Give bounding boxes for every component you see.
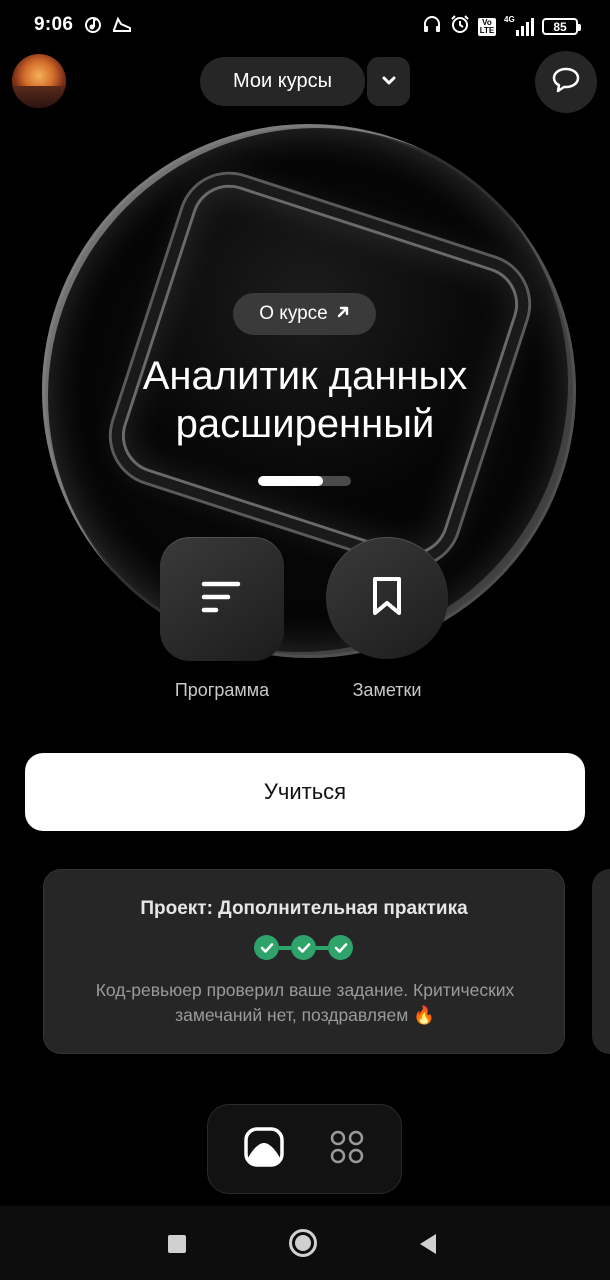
chevron-down-icon bbox=[382, 73, 396, 91]
grid-icon bbox=[330, 1130, 364, 1169]
project-description-line-1: Код-ревьюер проверил ваше задание. Крити… bbox=[95, 980, 515, 1000]
recents-button[interactable] bbox=[168, 1235, 186, 1253]
signal-icon: 4G bbox=[504, 15, 534, 37]
notes-button[interactable] bbox=[326, 537, 448, 659]
music-note-icon bbox=[84, 16, 102, 39]
home-button[interactable] bbox=[289, 1229, 317, 1257]
volte-icon: Vo LTE bbox=[478, 17, 496, 36]
my-courses-button[interactable]: Мои курсы bbox=[200, 57, 365, 106]
my-courses-label: Мои курсы bbox=[233, 70, 332, 92]
headphones-icon bbox=[422, 14, 442, 39]
course-title-line-2: расширенный bbox=[175, 402, 435, 446]
chat-bubble-icon bbox=[551, 66, 581, 99]
battery-icon: 85 bbox=[542, 18, 581, 35]
check-icon bbox=[254, 935, 279, 960]
battery-level: 85 bbox=[553, 19, 567, 34]
program-label: Программа bbox=[174, 680, 270, 700]
check-connector bbox=[316, 945, 328, 950]
status-time: 9:06 bbox=[34, 14, 74, 35]
check-icon bbox=[328, 935, 353, 960]
avatar[interactable] bbox=[12, 54, 66, 108]
chat-button[interactable] bbox=[535, 51, 597, 113]
project-description: Код-ревьюер проверил ваше задание. Крити… bbox=[60, 978, 550, 1028]
course-title: Аналитик данных расширенный bbox=[60, 352, 550, 448]
bottom-tab-switcher bbox=[207, 1104, 402, 1194]
next-card-peek[interactable] bbox=[592, 869, 610, 1054]
about-course-button[interactable]: О курсе bbox=[233, 293, 376, 335]
back-button[interactable] bbox=[418, 1233, 438, 1260]
course-title-line-1: Аналитик данных bbox=[142, 354, 468, 398]
arrow-up-right-icon bbox=[336, 303, 350, 325]
project-description-line-2: замечаний нет, поздравляем 🔥 bbox=[175, 1005, 435, 1025]
home-dot bbox=[295, 1235, 311, 1251]
learn-button[interactable]: Учиться bbox=[25, 753, 585, 831]
grid-tab[interactable] bbox=[323, 1125, 371, 1173]
check-icon bbox=[291, 935, 316, 960]
about-course-label: О курсе bbox=[259, 303, 328, 324]
courses-dropdown-button[interactable] bbox=[367, 57, 410, 106]
check-connector bbox=[279, 945, 291, 950]
status-left-icons bbox=[84, 16, 132, 39]
alarm-icon bbox=[450, 14, 470, 39]
bookmark-icon bbox=[371, 575, 403, 622]
program-button[interactable] bbox=[160, 537, 284, 661]
status-right-icons: Vo LTE 4G 85 bbox=[422, 14, 581, 39]
sneaker-icon bbox=[112, 16, 132, 39]
project-title: Проект: Дополнительная практика bbox=[140, 898, 468, 919]
list-lines-icon bbox=[200, 579, 244, 620]
project-checks bbox=[254, 935, 353, 960]
notes-label: Заметки bbox=[352, 680, 422, 700]
course-progress-fill bbox=[258, 476, 324, 486]
course-view-tab[interactable] bbox=[240, 1125, 288, 1173]
back-triangle-icon bbox=[420, 1234, 436, 1254]
course-progress-bar bbox=[258, 476, 351, 486]
course-view-icon bbox=[244, 1126, 284, 1172]
